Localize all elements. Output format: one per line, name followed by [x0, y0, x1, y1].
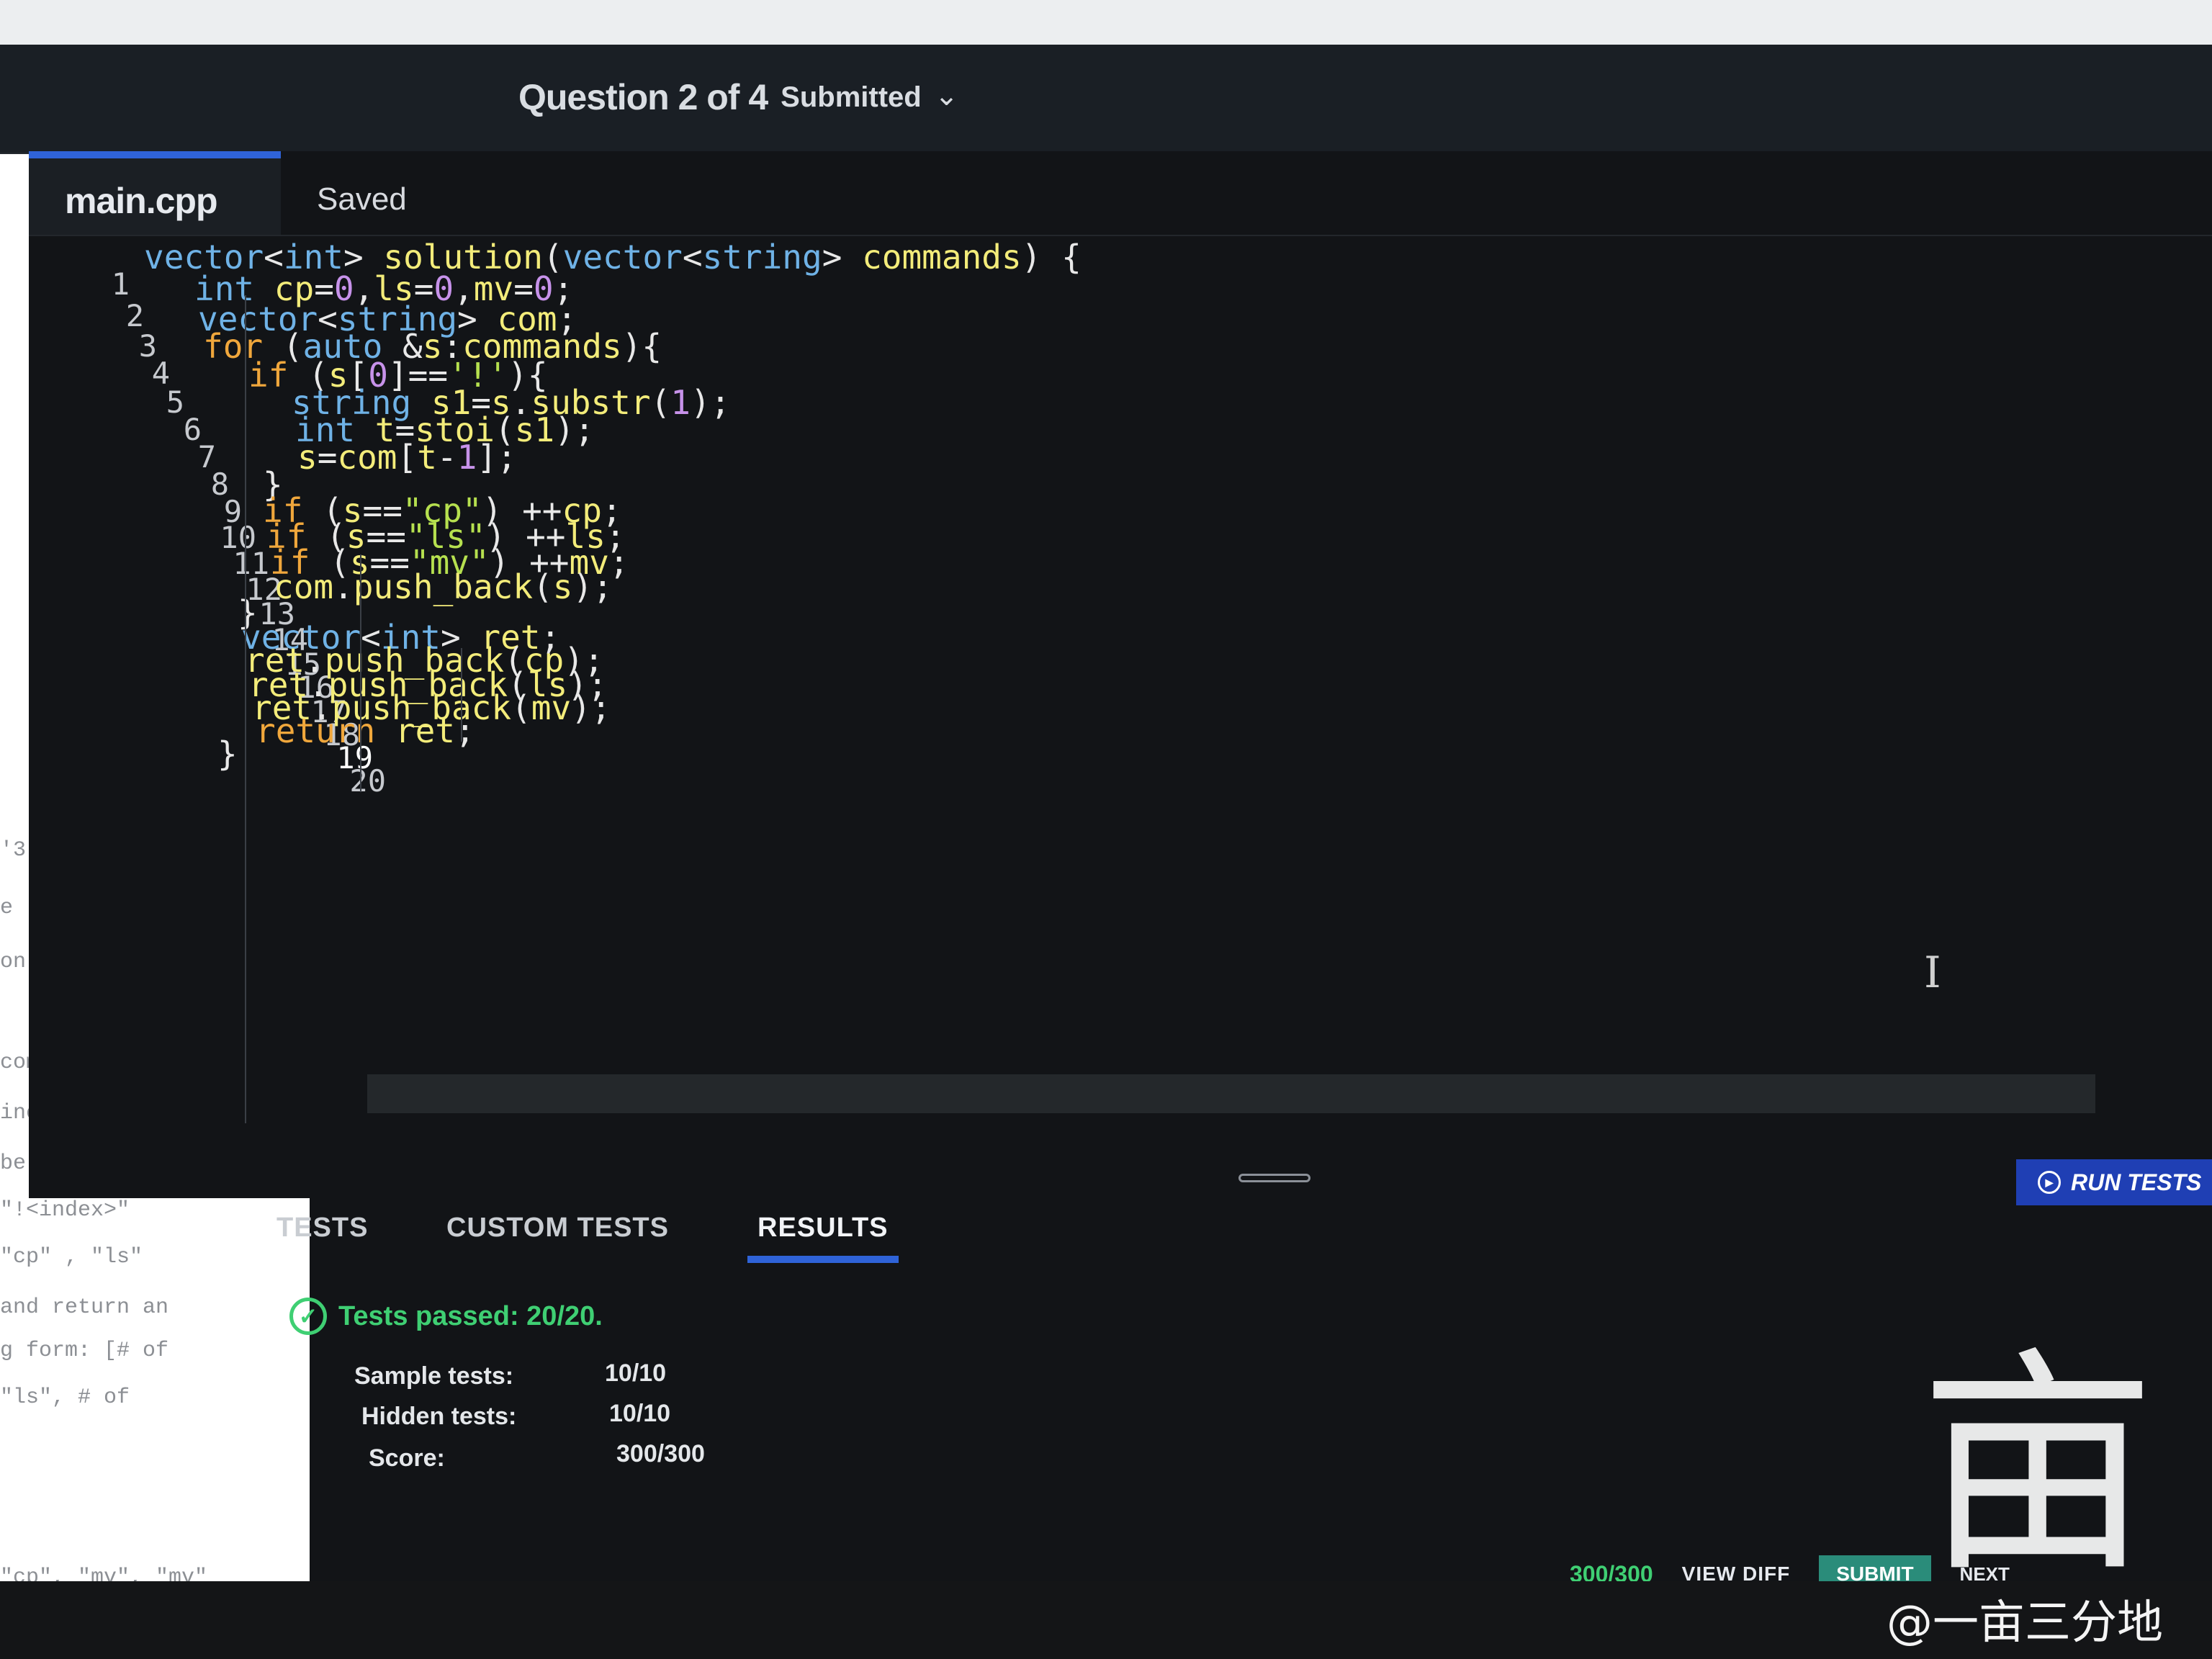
run-tests-label: RUN TESTS	[2071, 1169, 2202, 1195]
watermark-seal-char: 亩	[1919, 1328, 2157, 1584]
play-icon: ▶	[2038, 1171, 2061, 1194]
photo-top-strip	[0, 0, 2212, 45]
description-text: "!<index>"	[0, 1198, 130, 1223]
description-text: e	[0, 896, 14, 920]
description-text: "ls", # of	[0, 1385, 130, 1410]
text-cursor-icon: I	[1924, 948, 1941, 998]
question-header: Question 2 of 4 Submitted ⌄	[0, 45, 2212, 154]
description-text: and return an	[0, 1295, 169, 1320]
hidden-tests-label: Hidden tests:	[361, 1403, 517, 1430]
active-tab-indicator	[747, 1256, 899, 1263]
tab-tests[interactable]: TESTS	[276, 1213, 368, 1244]
indent-guide	[245, 295, 246, 1123]
description-text: "cp" , "ls"	[0, 1245, 143, 1269]
editor-splitter-handle[interactable]	[1238, 1174, 1310, 1182]
submission-status: Submitted	[781, 81, 922, 113]
check-circle-icon: ✓	[289, 1298, 327, 1335]
tests-passed-banner: ✓ Tests passed: 20/20.	[289, 1298, 603, 1335]
run-tests-button[interactable]: ▶ RUN TESTS	[2016, 1159, 2212, 1205]
tab-custom-tests[interactable]: CUSTOM TESTS	[446, 1213, 669, 1244]
tests-passed-text: Tests passed: 20/20.	[338, 1300, 603, 1331]
question-label: Question 2 of 4	[518, 77, 768, 117]
indent-guide	[360, 554, 361, 792]
indent-guide	[461, 648, 462, 742]
code-area[interactable]: vector<int> solution(vector<string> comm…	[29, 151, 2212, 1198]
code-editor[interactable]: main.cpp Saved 1 2 3 4 5 6 7 8 9 10 11 12 13 14 15 16 17…	[29, 151, 2212, 1198]
code-line[interactable]: return ret;	[256, 711, 475, 750]
score-label: Score:	[369, 1444, 445, 1472]
code-line[interactable]: }	[217, 734, 238, 773]
watermark-seal: 亩	[1919, 1328, 2157, 1584]
chevron-down-icon[interactable]: ⌄	[935, 79, 959, 112]
question-selector[interactable]: Question 2 of 4 Submitted ⌄	[518, 72, 958, 122]
tab-results[interactable]: RESULTS	[757, 1213, 889, 1244]
code-line[interactable]: s=com[t-1];	[297, 438, 517, 477]
sample-tests-value: 10/10	[605, 1359, 667, 1387]
description-text: g form: [# of	[0, 1339, 169, 1363]
sample-tests-label: Sample tests:	[354, 1362, 514, 1390]
watermark-text: @一亩三分地	[1887, 1596, 2163, 1650]
score-value: 300/300	[616, 1440, 705, 1467]
screen: Question 2 of 4 Submitted ⌄ '3"eon ofcom…	[0, 45, 2212, 1609]
code-line[interactable]: com.push_back(s);	[274, 567, 613, 606]
hidden-tests-value: 10/10	[609, 1400, 671, 1427]
laptop-bezel	[0, 1581, 2212, 1659]
